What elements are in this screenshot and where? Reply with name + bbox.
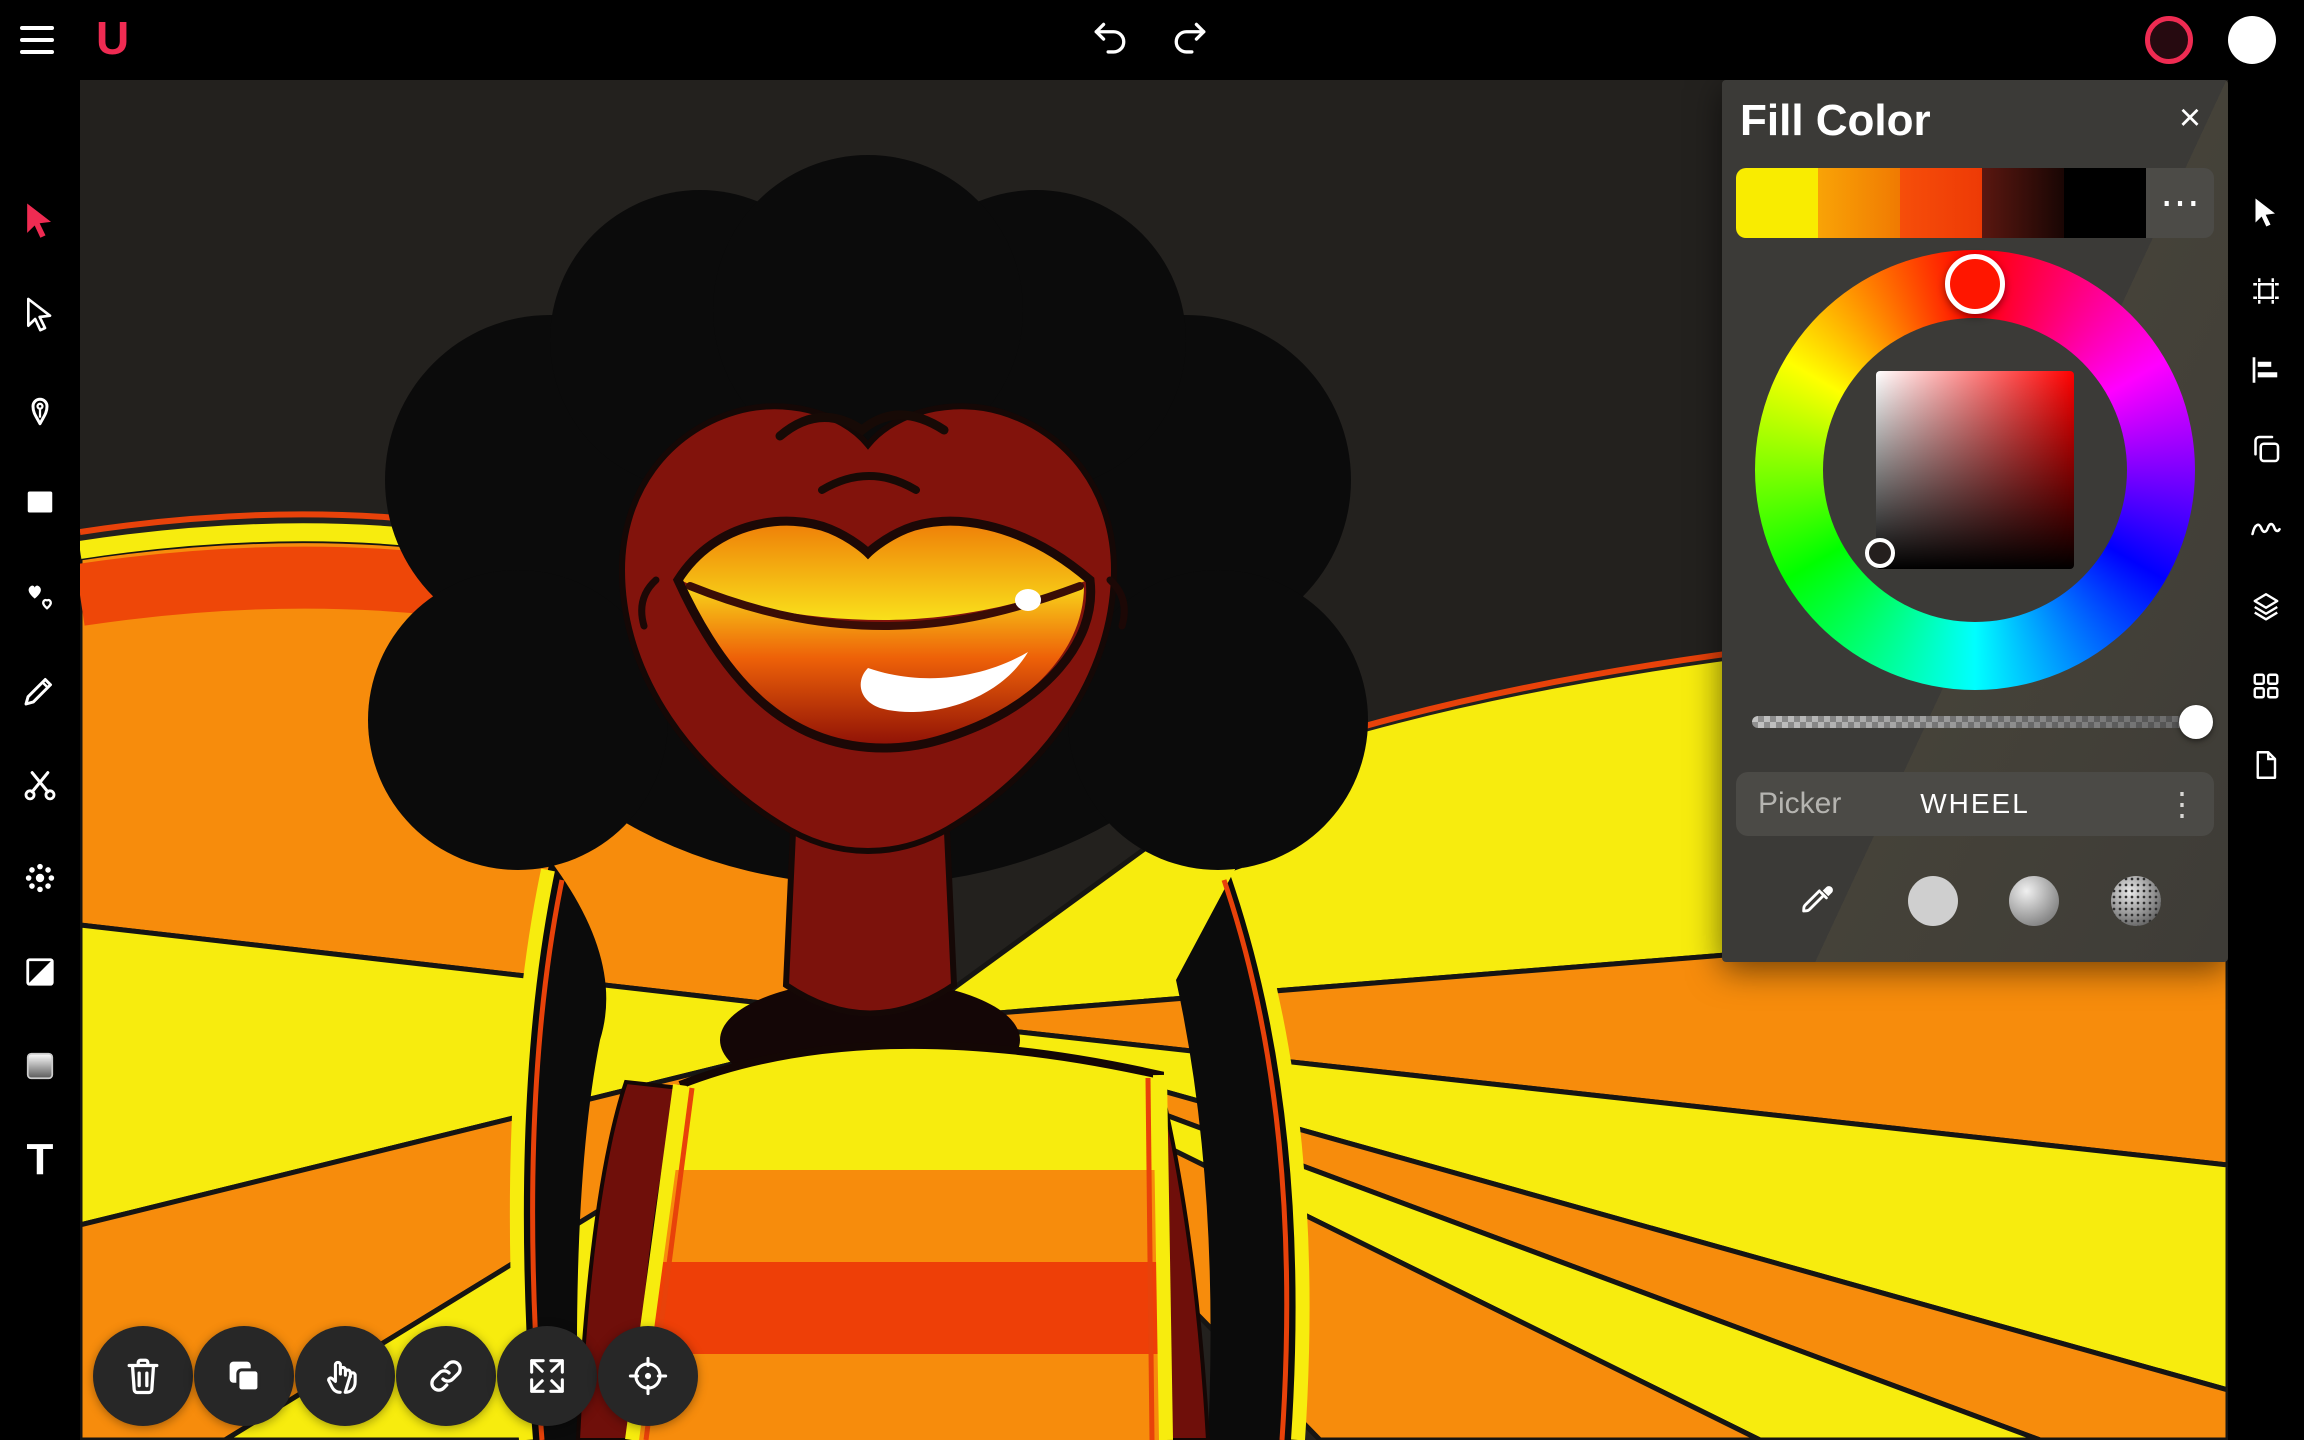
link-button[interactable] xyxy=(396,1326,496,1426)
hearts-brush-icon xyxy=(19,575,61,617)
pen-icon xyxy=(19,387,61,429)
artboard-icon xyxy=(2248,273,2284,309)
top-bar: U xyxy=(0,0,2304,80)
align-panel-button[interactable] xyxy=(2242,346,2290,394)
locate-button[interactable] xyxy=(598,1326,698,1426)
fill-color-indicator[interactable] xyxy=(2228,16,2276,64)
target-icon xyxy=(625,1353,671,1399)
direct-select-cursor-icon xyxy=(20,294,60,334)
path-panel-button[interactable] xyxy=(2242,504,2290,552)
grid-panel-button[interactable] xyxy=(2242,662,2290,710)
copy-icon xyxy=(2248,431,2284,467)
pencil-tool[interactable] xyxy=(12,662,68,718)
fill-tool[interactable] xyxy=(12,944,68,1000)
app-window: U xyxy=(0,0,2304,1440)
picker-value: WHEEL xyxy=(1736,772,2214,836)
redo-button[interactable] xyxy=(1162,12,1218,68)
duplicate-icon xyxy=(221,1353,267,1399)
fill-style-noise[interactable] xyxy=(2111,876,2161,926)
undo-button[interactable] xyxy=(1082,12,1138,68)
undo-icon xyxy=(1088,18,1132,62)
squiggle-icon xyxy=(2248,510,2284,546)
artboard-panel-button[interactable] xyxy=(2242,267,2290,315)
panel-title: Fill Color xyxy=(1740,96,1931,146)
stroke-color-indicator[interactable] xyxy=(2145,16,2193,64)
text-tool-label: T xyxy=(27,1138,54,1182)
shape-tool[interactable] xyxy=(12,474,68,530)
app-logo[interactable]: U xyxy=(96,8,129,68)
align-icon xyxy=(2248,352,2284,388)
fill-style-solid[interactable] xyxy=(1908,876,1958,926)
select-tool[interactable] xyxy=(12,192,68,248)
grid-icon xyxy=(2248,668,2284,704)
adjust-tool[interactable] xyxy=(12,850,68,906)
duplicate-button[interactable] xyxy=(194,1326,294,1426)
scissors-tool[interactable] xyxy=(12,756,68,812)
resize-button[interactable] xyxy=(497,1326,597,1426)
color-flower-icon xyxy=(19,857,61,899)
cursor-panel-button[interactable] xyxy=(2242,188,2290,236)
duplicate-panel-button[interactable] xyxy=(2242,425,2290,473)
saturation-knob[interactable] xyxy=(1865,538,1895,568)
pen-tool[interactable] xyxy=(12,380,68,436)
left-toolbar: T xyxy=(0,80,80,1440)
swatch-bar: ⋯ xyxy=(1736,168,2214,238)
eyedropper-icon xyxy=(1797,880,1839,922)
direct-select-tool[interactable] xyxy=(12,286,68,342)
page-panel-button[interactable] xyxy=(2242,741,2290,789)
swatch-yellow[interactable] xyxy=(1736,168,1818,238)
hand-icon xyxy=(322,1353,368,1399)
swatch-maroon[interactable] xyxy=(1982,168,2064,238)
layers-panel-button[interactable] xyxy=(2242,583,2290,631)
expand-icon xyxy=(524,1353,570,1399)
saturation-square[interactable] xyxy=(1876,371,2074,569)
text-tool[interactable]: T xyxy=(12,1132,68,1188)
more-swatches-icon[interactable]: ⋯ xyxy=(2146,168,2214,238)
fill-color-panel: Fill Color × ⋯ Picker WHEEL ⋮ xyxy=(1722,80,2228,962)
page-icon xyxy=(2248,747,2284,783)
layers-icon xyxy=(2248,589,2284,625)
close-icon[interactable]: × xyxy=(2166,94,2214,142)
drag-button[interactable] xyxy=(295,1326,395,1426)
swatch-red[interactable] xyxy=(1900,168,1982,238)
rectangle-icon xyxy=(19,481,61,523)
picker-mode-select[interactable]: Picker WHEEL ⋮ xyxy=(1736,772,2214,836)
pencil-icon xyxy=(19,669,61,711)
redo-icon xyxy=(1168,18,1212,62)
hue-knob[interactable] xyxy=(1945,254,2005,314)
fold-square-icon xyxy=(19,951,61,993)
trash-icon xyxy=(120,1353,166,1399)
swatch-black[interactable] xyxy=(2064,168,2146,238)
link-icon xyxy=(423,1353,469,1399)
right-toolbar xyxy=(2228,80,2304,1440)
alpha-knob[interactable] xyxy=(2179,705,2213,739)
brush-tool[interactable] xyxy=(12,568,68,624)
select-cursor-icon xyxy=(18,198,62,242)
swatch-orange[interactable] xyxy=(1818,168,1900,238)
kebab-menu-icon[interactable]: ⋮ xyxy=(2166,772,2198,836)
fill-style-gradient[interactable] xyxy=(2009,876,2059,926)
scissors-icon xyxy=(19,763,61,805)
gradient-square-icon xyxy=(19,1045,61,1087)
gradient-tool[interactable] xyxy=(12,1038,68,1094)
alpha-slider[interactable] xyxy=(1752,716,2196,728)
menu-icon[interactable] xyxy=(20,20,64,60)
delete-button[interactable] xyxy=(93,1326,193,1426)
cursor-icon xyxy=(2248,194,2284,230)
eyedropper-button[interactable] xyxy=(1794,877,1842,925)
